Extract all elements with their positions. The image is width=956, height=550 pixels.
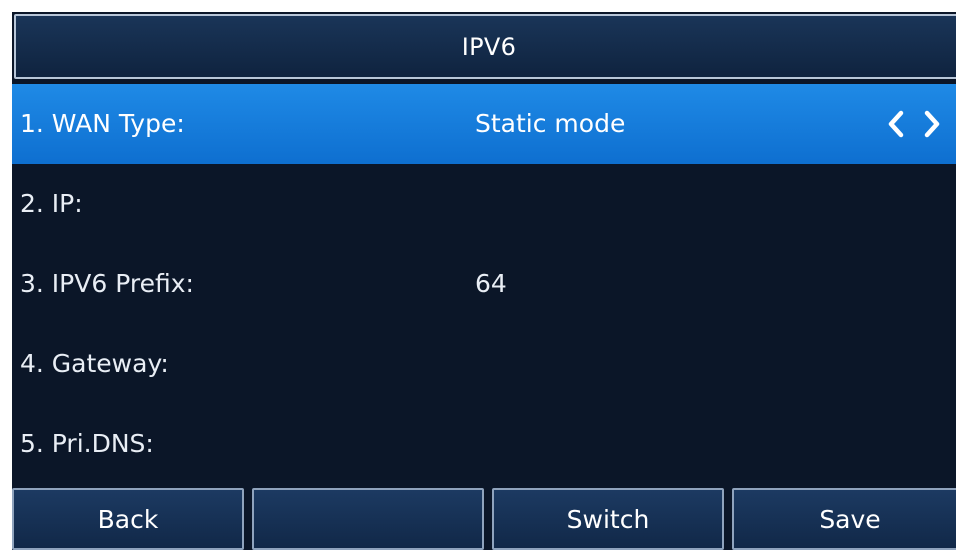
wan-type-switcher[interactable] <box>884 84 944 164</box>
chevron-right-icon[interactable] <box>920 109 944 139</box>
back-button[interactable]: Back <box>12 488 244 550</box>
pri-dns-row[interactable]: 5. Pri.DNS: <box>12 404 956 484</box>
page-title-text: IPV6 <box>461 32 517 61</box>
ip-row[interactable]: 2. IP: <box>12 164 956 244</box>
empty-softkey[interactable] <box>252 488 484 550</box>
pri-dns-label: 5. Pri.DNS: <box>20 429 154 458</box>
save-button[interactable]: Save <box>732 488 956 550</box>
gateway-label: 4. Gateway: <box>20 349 169 378</box>
ipv6-prefix-value[interactable]: 64 <box>475 244 507 324</box>
ipv6-prefix-label: 3. IPV6 Prefix: <box>20 269 194 298</box>
chevron-left-icon[interactable] <box>884 109 908 139</box>
ipv6-prefix-row[interactable]: 3. IPV6 Prefix: 64 <box>12 244 956 324</box>
wan-type-label: 1. WAN Type: <box>20 109 185 138</box>
softkey-bar: Back Switch Save <box>12 488 956 550</box>
wan-type-value[interactable]: Static mode <box>475 84 625 164</box>
gateway-row[interactable]: 4. Gateway: <box>12 324 956 404</box>
ip-label: 2. IP: <box>20 189 83 218</box>
settings-list: 1. WAN Type: Static mode 2. IP: 3. IPV6 … <box>12 84 956 484</box>
page-title: IPV6 <box>14 14 956 79</box>
wan-type-row[interactable]: 1. WAN Type: Static mode <box>12 84 956 164</box>
switch-button[interactable]: Switch <box>492 488 724 550</box>
phone-screen: IPV6 1. WAN Type: Static mode 2. IP: 3. … <box>12 12 956 550</box>
